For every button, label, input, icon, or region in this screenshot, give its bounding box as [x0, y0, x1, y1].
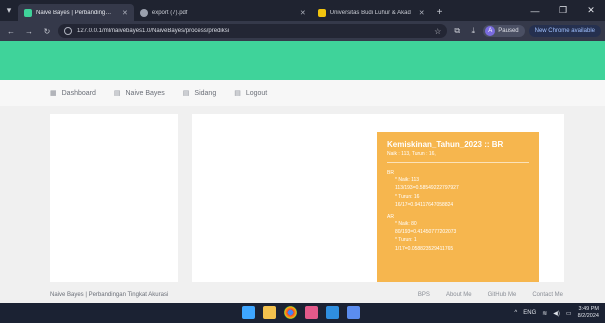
footer-link-bps[interactable]: BPS [418, 292, 430, 298]
new-tab-button[interactable]: + [431, 4, 449, 21]
tab-favicon-icon [317, 8, 326, 17]
group-line: * Turun: 16 [395, 193, 420, 200]
browser-toolbar: ← → ↻ 127.0.0.1/ml/naivebayes1.0/NaiveBa… [0, 21, 605, 41]
card-title: Kemiskinan_Tahun_2023 :: BR [387, 140, 504, 149]
tab-title: export (7).pdf [151, 9, 188, 16]
footer-brand: Naive Bayes | Perbandingan Tingkat Akura… [50, 291, 169, 298]
browser-tab-naive-bayes[interactable]: Naive Bayes | Perbandingan Ti ✕ [18, 4, 134, 21]
footer-link-contact[interactable]: Contact Me [532, 292, 563, 298]
close-tab-icon[interactable]: ✕ [419, 9, 425, 17]
language-indicator[interactable]: ENG [523, 310, 536, 316]
group-line: 80/193=0.41450777202073 [395, 229, 457, 236]
maximize-icon[interactable]: ❐ [549, 0, 577, 21]
file-explorer-icon[interactable] [263, 306, 276, 319]
back-icon[interactable]: ← [4, 27, 18, 36]
nav-item-label: Sidang [194, 89, 217, 97]
system-tray: ^ ENG ≋ ◀) ▭ 3:49 PM 8/2/2024 [514, 306, 605, 320]
forward-icon[interactable]: → [22, 27, 36, 36]
card-divider [387, 162, 529, 163]
browser-tab-universitas[interactable]: Universitas Budi Luhur & Akad ✕ [312, 4, 431, 21]
right-panel: Kemiskinan_Tahun_2023 :: BR Naik : 113, … [192, 114, 564, 282]
taskbar-apps [242, 306, 360, 319]
window-controls: — ❐ ✕ [521, 0, 605, 21]
os-taskbar: ^ ENG ≋ ◀) ▭ 3:49 PM 8/2/2024 [0, 303, 605, 323]
group-line: * Turun: 1 [395, 237, 417, 244]
grid-icon: ▦ [50, 90, 57, 97]
battery-icon[interactable]: ▭ [566, 310, 572, 317]
page-content: Kemiskinan_Tahun_2023 :: BR Naik : 113, … [0, 106, 605, 286]
tab-favicon-icon [139, 8, 148, 17]
download-icon[interactable]: ⤓ [467, 26, 479, 36]
site-info-icon[interactable] [64, 27, 72, 35]
tab-search-icon[interactable]: ▾ [0, 0, 18, 21]
nav-item-dashboard[interactable]: ▦ Dashboard [50, 89, 96, 98]
nav-item-logout[interactable]: ▤ Logout [234, 89, 268, 98]
nav-item-label: Dashboard [61, 89, 96, 97]
close-tab-icon[interactable]: ✕ [300, 9, 306, 17]
chrome-icon[interactable] [284, 306, 297, 319]
card-subtitle: Naik : 113, Turun : 16, [387, 151, 436, 157]
chrome-update-button[interactable]: New Chrome available [528, 25, 601, 37]
close-tab-icon[interactable]: ✕ [122, 9, 128, 17]
app-icon[interactable] [347, 306, 360, 319]
nav-item-sidang[interactable]: ▤ Sidang [182, 89, 217, 98]
nav-item-label: Logout [245, 89, 268, 97]
tab-favicon-icon [24, 8, 32, 17]
vscode-icon[interactable] [326, 306, 339, 319]
windows-start-icon[interactable] [242, 306, 255, 319]
table-icon: ▤ [113, 90, 121, 97]
group-line: 1/17=0.058823529411765 [395, 245, 454, 252]
table-icon: ▤ [182, 90, 190, 97]
profile-status: Paused [498, 28, 519, 34]
address-bar[interactable]: 127.0.0.1/ml/naivebayes1.0/NaiveBayes/pr… [58, 24, 448, 38]
main-nav: ▦ Dashboard ▤ Naive Bayes ▤ Sidang ▤ Log… [0, 80, 605, 106]
footer-link-github[interactable]: GitHub Me [488, 292, 517, 298]
group-line: 16/17=0.94117647058824 [395, 202, 454, 209]
bookmark-star-icon[interactable]: ☆ [434, 27, 441, 36]
site-header-banner [0, 41, 605, 80]
site-footer: Naive Bayes | Perbandingan Tingkat Akura… [0, 286, 605, 303]
group-line: 113/193=0.58549222797927 [395, 185, 459, 192]
url-text: 127.0.0.1/ml/naivebayes1.0/NaiveBayes/pr… [77, 28, 230, 34]
chevron-up-icon[interactable]: ^ [514, 310, 517, 316]
tab-title: Universitas Budi Luhur & Akad [329, 9, 411, 16]
browser-tab-export-pdf[interactable]: export (7).pdf ✕ [134, 4, 312, 21]
volume-icon[interactable]: ◀) [553, 310, 560, 317]
clock-date: 8/2/2024 [577, 313, 599, 319]
extensions-icon[interactable]: ⧉ [451, 26, 463, 36]
avatar: A [485, 26, 496, 36]
clock[interactable]: 3:49 PM 8/2/2024 [578, 306, 599, 320]
left-panel [50, 114, 178, 282]
nav-item-label: Naive Bayes [125, 89, 165, 97]
clock-time: 3:49 PM [578, 306, 599, 312]
group-line: * Naik: 113 [395, 177, 420, 183]
wifi-icon[interactable]: ≋ [542, 310, 547, 317]
tab-title: Naive Bayes | Perbandingan Ti [36, 9, 114, 16]
profile-button[interactable]: A Paused [483, 25, 525, 37]
nav-item-naive-bayes[interactable]: ▤ Naive Bayes [113, 89, 165, 98]
app-icon[interactable] [305, 306, 318, 319]
footer-links: BPS About Me GitHub Me Contact Me [418, 292, 563, 298]
group-line: * Naik: 80 [395, 220, 417, 227]
table-icon: ▤ [234, 90, 241, 97]
close-window-icon[interactable]: ✕ [577, 0, 605, 21]
footer-link-about[interactable]: About Me [446, 292, 472, 298]
prediction-result-card: Kemiskinan_Tahun_2023 :: BR Naik : 113, … [377, 132, 539, 282]
reload-icon[interactable]: ↻ [40, 27, 54, 36]
browser-tab-bar: ▾ Naive Bayes | Perbandingan Ti ✕ export… [0, 0, 605, 21]
minimize-icon[interactable]: — [521, 0, 549, 21]
